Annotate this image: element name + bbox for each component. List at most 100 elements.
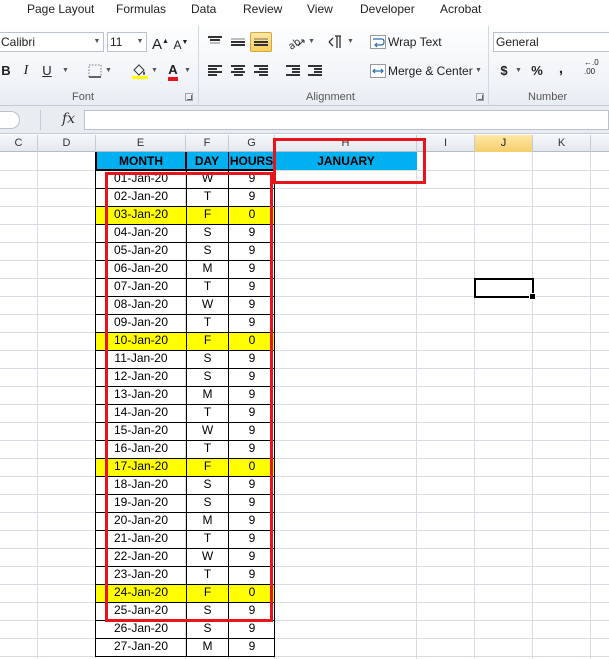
comma-style-button[interactable]: , [556, 59, 566, 79]
tab-page-layout[interactable]: Page Layout [27, 2, 94, 16]
font-size-combo[interactable]: 11 ▼ [107, 32, 147, 52]
chevron-down-icon[interactable]: ▼ [105, 61, 112, 81]
group-separator [488, 26, 489, 106]
merge-center-button[interactable] [369, 61, 387, 81]
column-header[interactable]: E [96, 135, 186, 152]
fill-color-button[interactable] [130, 61, 150, 81]
borders-button[interactable] [87, 61, 103, 81]
number-group-label: Number [528, 91, 568, 103]
grid-column-line [37, 152, 38, 659]
tab-view[interactable]: View [307, 2, 333, 16]
font-color-button[interactable]: A [165, 60, 181, 81]
header-cell-month[interactable]: MONTH [96, 152, 186, 170]
grid-row-line [0, 386, 609, 387]
grid-row-line [0, 476, 609, 477]
hours-cell[interactable]: 9 [229, 638, 275, 656]
chevron-down-icon[interactable]: ▼ [475, 61, 482, 81]
wrap-text-button[interactable] [369, 32, 387, 52]
formula-bar-divider [40, 110, 41, 130]
header-cell-hours[interactable]: HOURS [229, 152, 275, 170]
grid-row-line [0, 656, 609, 657]
column-header[interactable]: C [0, 135, 38, 152]
header-cell-day[interactable]: DAY [186, 152, 229, 170]
chevron-down-icon[interactable]: ▼ [151, 61, 158, 81]
date-cell[interactable]: 26-Jan-20 [96, 620, 186, 638]
align-left-icon[interactable] [208, 65, 222, 77]
shrink-font-button[interactable]: A▼ [173, 33, 189, 53]
day-cell[interactable]: S [186, 620, 229, 638]
grid-row-line [0, 188, 609, 189]
table-border [95, 170, 275, 171]
ribbon-tabs: Page Layout Formulas Data Review View De… [0, 0, 609, 20]
grid-row-line [0, 260, 609, 261]
tab-formulas[interactable]: Formulas [116, 2, 166, 16]
chevron-down-icon[interactable]: ▼ [308, 32, 315, 52]
italic-button[interactable]: I [19, 61, 33, 81]
font-dialog-launcher[interactable] [185, 93, 193, 101]
tab-review[interactable]: Review [243, 2, 282, 16]
insert-function-icon[interactable]: fx [62, 111, 75, 127]
increase-decimal-button[interactable]: ←.0 .00 [584, 58, 609, 78]
grid-row-line [0, 368, 609, 369]
grid-row-line [0, 620, 609, 621]
grid-row-line [0, 206, 609, 207]
font-name-combo[interactable]: Calibri ▼ [0, 32, 104, 52]
worksheet-grid[interactable]: MONTH DAY HOURS JANUARY 01-Jan-20 W 9 02-Ja… [0, 138, 609, 659]
date-cell[interactable]: 27-Jan-20 [96, 638, 186, 656]
active-cell[interactable] [474, 278, 536, 300]
column-header-selected[interactable]: J [475, 135, 533, 152]
chevron-down-icon: ▼ [136, 38, 144, 45]
day-cell[interactable]: M [186, 638, 229, 656]
alignment-dialog-launcher[interactable] [476, 93, 484, 101]
font-group-label: Font [72, 91, 95, 103]
bottom-align-button[interactable] [250, 32, 272, 52]
text-direction-icon [328, 35, 341, 48]
group-separator [198, 26, 199, 106]
column-header[interactable]: D [38, 135, 96, 152]
currency-button[interactable]: $ [497, 61, 511, 81]
underline-button[interactable]: U [40, 61, 54, 81]
tab-acrobat[interactable]: Acrobat [440, 2, 481, 16]
grid-row-line [0, 566, 609, 567]
tab-data[interactable]: Data [191, 2, 216, 16]
annotation-box-data [105, 172, 273, 622]
chevron-down-icon[interactable]: ▼ [62, 61, 69, 81]
paint-bucket-icon [132, 64, 148, 79]
tab-developer[interactable]: Developer [360, 2, 415, 16]
grow-font-button[interactable]: A▲ [152, 32, 169, 53]
align-right-icon[interactable] [254, 65, 268, 77]
merge-center-label[interactable]: Merge & Center [388, 61, 473, 81]
grid-row-line [0, 458, 609, 459]
chevron-down-icon[interactable]: ▼ [347, 32, 354, 52]
name-box[interactable] [0, 111, 20, 129]
hours-cell[interactable]: 9 [229, 620, 275, 638]
bold-button[interactable]: B [0, 61, 14, 81]
decrease-indent-icon[interactable] [286, 65, 300, 77]
table-border [95, 656, 275, 657]
increase-indent-icon[interactable] [308, 65, 322, 77]
grid-row-line [0, 494, 609, 495]
grid-column-line [590, 152, 591, 659]
middle-align-icon[interactable] [231, 38, 245, 50]
align-center-icon[interactable] [231, 65, 245, 77]
chevron-down-icon[interactable]: ▼ [184, 61, 191, 81]
grid-row-line [0, 638, 609, 639]
text-direction-button[interactable] [326, 32, 344, 52]
orientation-button[interactable]: ab [285, 32, 307, 53]
number-format-combo[interactable]: General [493, 32, 609, 52]
chevron-down-icon[interactable]: ▼ [515, 61, 522, 81]
column-header[interactable]: G [229, 135, 275, 152]
formula-input[interactable] [84, 110, 609, 130]
grid-row-line [0, 350, 609, 351]
borders-icon [88, 64, 102, 78]
grid-row-line [0, 548, 609, 549]
wrap-text-label[interactable]: Wrap Text [388, 32, 442, 52]
percent-button[interactable]: % [530, 61, 544, 81]
column-header[interactable]: F [186, 135, 229, 152]
grid-row-line [0, 512, 609, 513]
column-header[interactable]: K [533, 135, 591, 152]
grid-row-line [0, 584, 609, 585]
top-align-icon[interactable] [208, 36, 222, 48]
annotation-box-january [273, 138, 426, 184]
grid-row-line [0, 530, 609, 531]
